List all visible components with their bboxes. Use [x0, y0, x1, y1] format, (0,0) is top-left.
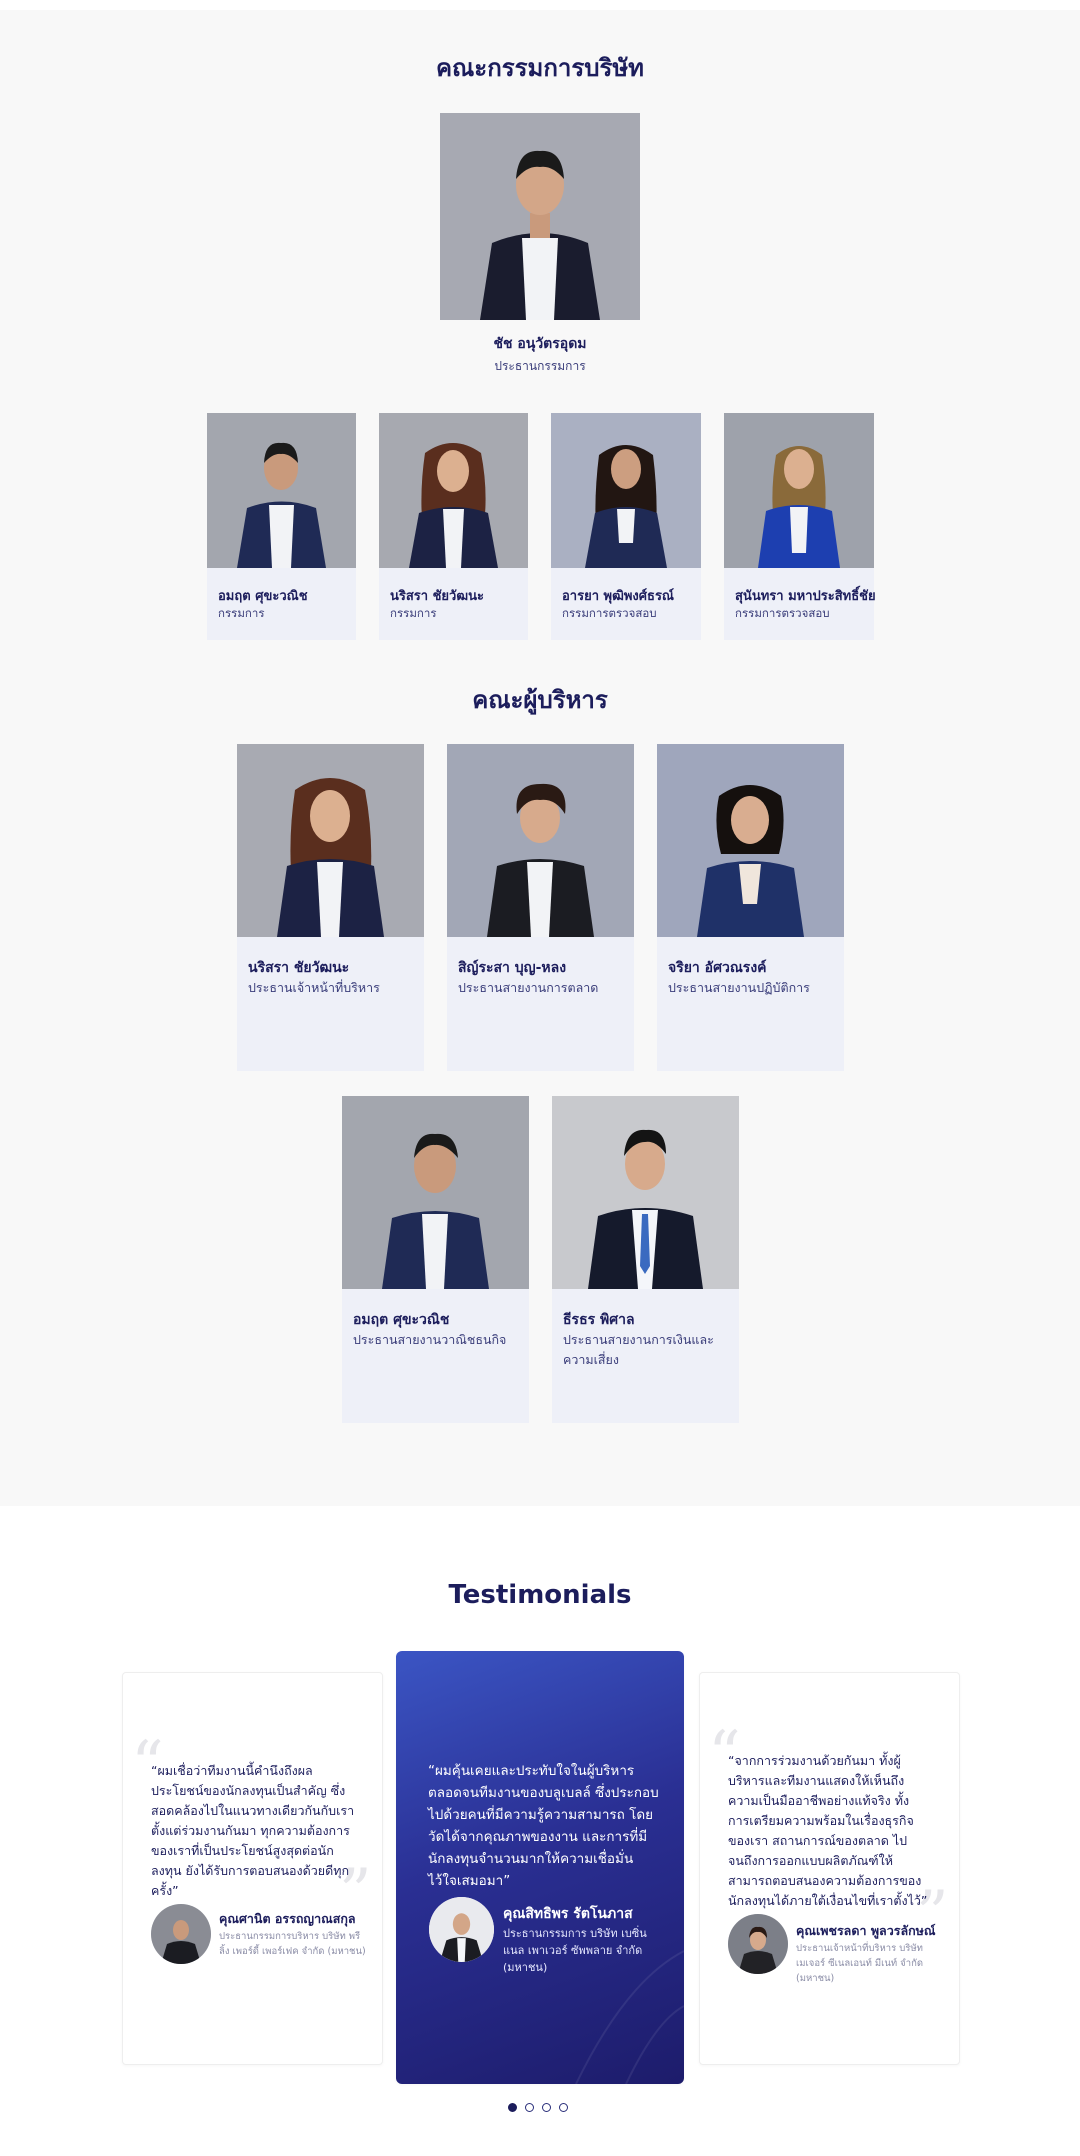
testimonial-card-active[interactable]: “ผมคุ้นเคยและประทับใจในผู้บริหารตลอดจนที… — [396, 1651, 684, 2084]
testimonial-avatar — [728, 1914, 788, 1974]
board-member-photo — [724, 413, 874, 568]
executive-photo — [342, 1096, 529, 1289]
board-member-role: กรรมการตรวจสอบ — [562, 606, 657, 620]
board-member-role: กรรมการ — [218, 606, 265, 620]
executive-card[interactable]: จริยา อัศวณรงค์ ประธานสายงานปฏิบัติการ — [657, 744, 844, 1071]
testimonial-avatar — [429, 1897, 494, 1962]
executive-photo — [552, 1096, 739, 1289]
executive-name: อมฤต ศุขะวณิช — [353, 1312, 450, 1328]
testimonial-name: คุณศานิต อรรถญาณสกุล — [219, 1911, 356, 1926]
testimonial-avatar — [151, 1904, 211, 1964]
carousel-dot[interactable] — [508, 2103, 517, 2112]
executive-role: ประธานสายงานปฏิบัติการ — [668, 980, 810, 995]
executive-name: นริสรา ชัยวัฒนะ — [248, 960, 350, 976]
board-member-card[interactable]: สุนันทรา มหาประสิทธิ์ชัย กรรมการตรวจสอบ — [724, 413, 876, 640]
chairman-photo — [440, 113, 640, 320]
executive-role: ประธานเจ้าหน้าที่บริหาร — [248, 980, 380, 995]
board-member-photo — [379, 413, 528, 568]
board-member-role: กรรมการตรวจสอบ — [735, 606, 830, 620]
board-member-role: กรรมการ — [390, 606, 437, 620]
executive-photo — [447, 744, 634, 937]
executive-role: ประธานสายงานการตลาด — [458, 980, 599, 995]
testimonials-heading: Testimonials — [448, 1580, 632, 1610]
executives-heading: คณะผู้บริหาร — [472, 686, 608, 714]
testimonial-quote: “จากการร่วมงานด้วยกันมา ทั้งผู้บริหารและ… — [728, 1753, 928, 1908]
testimonial-name: คุณเพชรลดา พูลวรลักษณ์ — [796, 1923, 936, 1938]
testimonial-title: ประธานเจ้าหน้าที่บริหาร บริษัท เมเจอร์ ซ… — [796, 1943, 923, 1984]
executive-card[interactable]: ธีรธร พิศาล ประธานสายงานการเงินและความเส… — [552, 1096, 739, 1423]
executive-name: ธีรธร พิศาล — [563, 1312, 635, 1328]
executive-name: จริยา อัศวณรงค์ — [668, 960, 767, 976]
board-member-photo — [551, 413, 701, 568]
executive-photo — [237, 744, 424, 937]
executive-name: สิญ์ระสา บุญ-หลง — [458, 960, 567, 976]
testimonial-name: คุณสิทธิพร รัตโนภาส — [503, 1906, 633, 1922]
carousel-dot[interactable] — [559, 2103, 568, 2112]
carousel-dot[interactable] — [542, 2103, 551, 2112]
carousel-pagination — [508, 2103, 568, 2117]
top-bar — [0, 0, 1080, 10]
testimonial-quote: “ผมเชื่อว่าทีมงานนี้คำนึงถึงผลประโยชน์ขอ… — [151, 1763, 355, 1898]
board-member-card[interactable]: อมฤต ศุขะวณิช กรรมการ — [207, 413, 356, 640]
executive-role: ประธานสายงานการเงินและความเสี่ยง — [563, 1332, 714, 1367]
executive-role: ประธานสายงานวาณิชธนกิจ — [353, 1332, 507, 1347]
board-member-photo — [207, 413, 356, 568]
testimonial-title: ประธานกรรมการบริหาร บริษัท พรีลิ้ง เพอร์… — [219, 1931, 366, 1957]
executive-card[interactable]: สิญ์ระสา บุญ-หลง ประธานสายงานการตลาด — [447, 744, 634, 1071]
board-member-card[interactable]: อารยา พุฒิพงศ์ธรณ์ กรรมการตรวจสอบ — [551, 413, 701, 640]
executive-photo — [657, 744, 844, 937]
testimonial-title: ประธานกรรมการ บริษัท เบซิ่นแนล เพาเวอร์ … — [503, 1927, 647, 1974]
testimonial-card[interactable]: “ ” “ผมเชื่อว่าทีมงานนี้คำนึงถึงผลประโยช… — [122, 1672, 383, 2065]
board-member-card[interactable]: นริสรา ชัยวัฒนะ กรรมการ — [379, 413, 528, 640]
carousel-dot[interactable] — [525, 2103, 534, 2112]
board-heading: คณะกรรมการบริษัท — [435, 54, 644, 82]
testimonial-quote: “ผมคุ้นเคยและประทับใจในผู้บริหารตลอดจนที… — [428, 1763, 659, 1889]
chairman-role: ประธานกรรมการ — [494, 359, 586, 373]
executive-card[interactable]: นริสรา ชัยวัฒนะ ประธานเจ้าหน้าที่บริหาร — [237, 744, 424, 1071]
testimonial-card[interactable]: “ ” “จากการร่วมงานด้วยกันมา ทั้งผู้บริหา… — [699, 1672, 960, 2065]
chairman-name: ชัช อนุวัตรอุดม — [493, 336, 587, 352]
executive-card[interactable]: อมฤต ศุขะวณิช ประธานสายงานวาณิชธนกิจ — [342, 1096, 529, 1423]
